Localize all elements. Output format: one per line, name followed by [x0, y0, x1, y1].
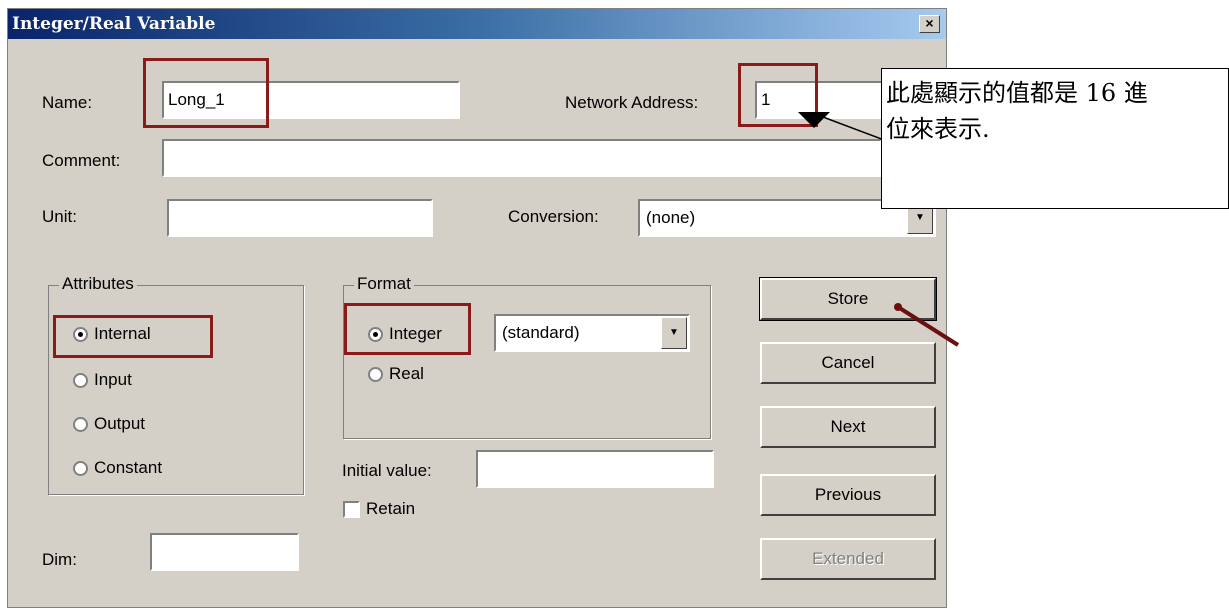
- store-pointer-line: [896, 305, 960, 347]
- callout-arrow-icon: [798, 112, 830, 128]
- store-pointer-dot: [894, 303, 902, 311]
- hex-note-line1: 此處顯示的值都是 16 進: [886, 79, 1148, 107]
- hex-note-callout: 此處顯示的值都是 16 進 位來表示.: [881, 68, 1229, 209]
- hex-note-line2: 位來表示.: [886, 115, 990, 143]
